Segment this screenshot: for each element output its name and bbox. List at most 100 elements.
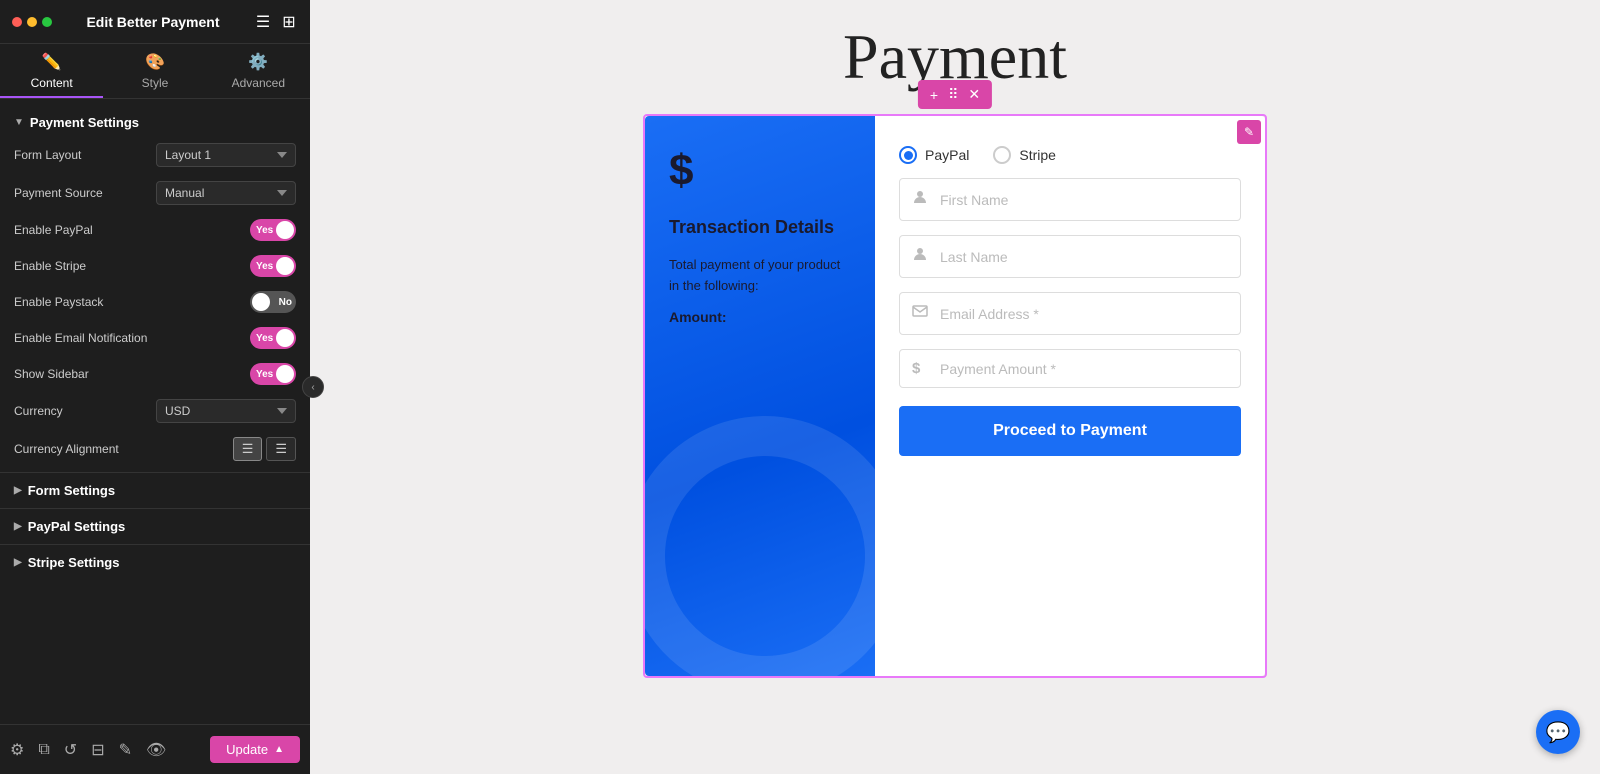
form-layout-label: Form Layout [14, 148, 81, 162]
tab-advanced-label: Advanced [232, 76, 285, 90]
enable-email-notification-row: Enable Email Notification Yes [0, 320, 310, 356]
update-chevron-icon: ▲ [274, 744, 284, 755]
update-button[interactable]: Update ▲ [210, 736, 300, 763]
traffic-light-green[interactable] [42, 17, 52, 27]
payment-amount-placeholder: Payment Amount * [940, 361, 1056, 377]
widget-add-icon: + [930, 87, 938, 103]
proceed-to-payment-button[interactable]: Proceed to Payment [899, 406, 1241, 456]
last-name-field[interactable]: Last Name [899, 235, 1241, 278]
grid-icon[interactable]: ⊞ [280, 13, 298, 31]
paypal-settings-arrow: ▶ [14, 521, 22, 532]
traffic-light-yellow[interactable] [27, 17, 37, 27]
enable-paystack-label: Enable Paystack [14, 295, 103, 309]
form-settings-header[interactable]: ▶ Form Settings [0, 477, 310, 504]
amount-label: Amount: [669, 309, 851, 325]
sidebar-content: ▼ Payment Settings Form Layout Layout 1 … [0, 99, 310, 724]
show-sidebar-toggle-label: Yes [256, 369, 273, 380]
stripe-radio[interactable]: Stripe [993, 146, 1056, 164]
currency-row: Currency USD EUR GBP [0, 392, 310, 430]
paypal-settings-header[interactable]: ▶ PayPal Settings [0, 513, 310, 540]
first-name-field[interactable]: First Name [899, 178, 1241, 221]
show-sidebar-label: Show Sidebar [14, 367, 89, 381]
tab-advanced[interactable]: ⚙️ Advanced [207, 44, 310, 98]
sidebar-footer: ⚙ ⧉ ↺ ⊟ ✎ 👁 Update ▲ [0, 724, 310, 774]
show-sidebar-row: Show Sidebar Yes [0, 356, 310, 392]
payment-methods: PayPal Stripe [899, 146, 1241, 164]
edit-icon[interactable]: ✎ [119, 740, 132, 760]
enable-paypal-toggle-label: Yes [256, 225, 273, 236]
enable-paystack-toggle-label: No [279, 297, 292, 308]
stripe-settings-title: Stripe Settings [28, 555, 120, 570]
form-layout-row: Form Layout Layout 1 Layout 2 [0, 136, 310, 174]
enable-email-notification-knob [276, 329, 294, 347]
form-settings-arrow: ▶ [14, 485, 22, 496]
responsive-icon[interactable]: ⊟ [91, 740, 104, 760]
widget-right-panel: PayPal Stripe First Name [875, 116, 1265, 676]
enable-stripe-toggle[interactable]: Yes [250, 255, 296, 277]
traffic-light-red[interactable] [12, 17, 22, 27]
widget-left-panel: $ Transaction Details Total payment of y… [645, 116, 875, 676]
currency-label: Currency [14, 404, 63, 418]
person-icon-1 [912, 189, 930, 210]
payment-amount-field[interactable]: $ Payment Amount * [899, 349, 1241, 388]
enable-email-notification-toggle[interactable]: Yes [250, 327, 296, 349]
stripe-radio-outer [993, 146, 1011, 164]
show-sidebar-toggle[interactable]: Yes [250, 363, 296, 385]
currency-alignment-buttons: ☰ ☰ [233, 437, 296, 461]
enable-email-notification-toggle-label: Yes [256, 333, 273, 344]
style-tab-icon: 🎨 [145, 52, 165, 72]
stripe-settings-header[interactable]: ▶ Stripe Settings [0, 549, 310, 576]
email-icon [912, 303, 930, 324]
enable-paypal-knob [276, 221, 294, 239]
transaction-description: Total payment of your product in the fol… [669, 255, 851, 297]
email-placeholder: Email Address * [940, 306, 1039, 322]
eye-icon[interactable]: 👁 [146, 740, 166, 760]
enable-paystack-row: Enable Paystack No [0, 284, 310, 320]
sidebar-collapse-button[interactable]: ‹ [302, 376, 324, 398]
enable-stripe-knob [276, 257, 294, 275]
menu-icon[interactable]: ☰ [254, 13, 272, 31]
tab-bar: ✏️ Content 🎨 Style ⚙️ Advanced [0, 44, 310, 99]
sidebar-title: Edit Better Payment [86, 14, 219, 30]
widget-close-button[interactable]: ✕ [964, 84, 984, 105]
email-field[interactable]: Email Address * [899, 292, 1241, 335]
currency-select[interactable]: USD EUR GBP [156, 399, 296, 423]
align-right-button[interactable]: ☰ [266, 437, 296, 461]
widget-move-button[interactable]: ⠿ [944, 84, 962, 105]
enable-stripe-row: Enable Stripe Yes [0, 248, 310, 284]
paypal-radio-inner [904, 151, 913, 160]
advanced-tab-icon: ⚙️ [248, 52, 268, 72]
layers-icon[interactable]: ⧉ [38, 741, 49, 759]
enable-stripe-label: Enable Stripe [14, 259, 86, 273]
sidebar-header: Edit Better Payment ☰ ⊞ [0, 0, 310, 44]
align-left-button[interactable]: ☰ [233, 437, 263, 461]
settings-icon[interactable]: ⚙ [10, 740, 24, 760]
enable-stripe-toggle-label: Yes [256, 261, 273, 272]
person-icon-2 [912, 246, 930, 267]
chat-icon: 💬 [1546, 720, 1571, 745]
dollar-icon: $ [912, 360, 930, 377]
enable-paypal-toggle[interactable]: Yes [250, 219, 296, 241]
enable-paystack-toggle[interactable]: No [250, 291, 296, 313]
paypal-settings-title: PayPal Settings [28, 519, 126, 534]
tab-content-label: Content [31, 76, 73, 90]
widget-edit-button[interactable]: ✎ [1237, 120, 1261, 144]
header-icons: ☰ ⊞ [254, 13, 298, 31]
history-icon[interactable]: ↺ [64, 740, 77, 760]
widget-add-button[interactable]: + [926, 85, 942, 105]
show-sidebar-knob [276, 365, 294, 383]
form-layout-select[interactable]: Layout 1 Layout 2 [156, 143, 296, 167]
proceed-button-label: Proceed to Payment [993, 422, 1147, 439]
chat-bubble[interactable]: 💬 [1536, 710, 1580, 754]
pencil-icon: ✎ [1244, 125, 1254, 139]
main-area: Payment + ⠿ ✕ ✎ $ Transaction Details T [310, 0, 1600, 774]
enable-paystack-knob [252, 293, 270, 311]
tab-style[interactable]: 🎨 Style [103, 44, 206, 98]
payment-settings-header[interactable]: ▼ Payment Settings [0, 109, 310, 136]
tab-content[interactable]: ✏️ Content [0, 44, 103, 98]
widget-toolbar: + ⠿ ✕ [918, 80, 992, 109]
form-settings-title: Form Settings [28, 483, 115, 498]
payment-source-select[interactable]: Manual Automatic [156, 181, 296, 205]
paypal-radio[interactable]: PayPal [899, 146, 969, 164]
dollar-sign: $ [669, 146, 851, 196]
